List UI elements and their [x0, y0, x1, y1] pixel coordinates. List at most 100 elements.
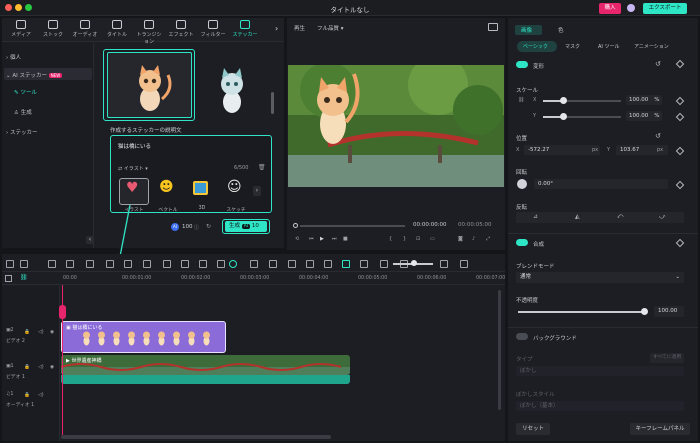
- subtab-basic[interactable]: ベーシック: [523, 43, 548, 50]
- sidebar-item-personal[interactable]: › 個人: [6, 53, 66, 61]
- volume-icon[interactable]: ◁): [38, 393, 44, 398]
- scale-y-handle[interactable]: [560, 113, 567, 120]
- opacity-input[interactable]: 100.00: [654, 306, 684, 317]
- text-icon[interactable]: [143, 260, 151, 268]
- reset-button[interactable]: リセット: [516, 423, 550, 435]
- style-label[interactable]: 3D: [187, 206, 217, 211]
- color-icon[interactable]: [199, 260, 207, 268]
- collapse-sidebar-icon[interactable]: ‹: [86, 236, 94, 244]
- volume-icon[interactable]: ◁): [38, 365, 44, 370]
- tab-effect[interactable]: エフェクト: [168, 20, 194, 38]
- step-back-icon[interactable]: ⏮: [309, 236, 314, 242]
- camera-icon[interactable]: ◙: [458, 236, 463, 242]
- pos-x-input[interactable]: -572.27: [524, 145, 600, 155]
- apply-all-button[interactable]: すべてに適用: [650, 353, 684, 363]
- type-select[interactable]: ぼかし: [516, 366, 684, 376]
- info-icon[interactable]: ⓘ: [194, 224, 199, 231]
- track-audio-1[interactable]: ♫1: [6, 392, 13, 397]
- sticker-thumb-1[interactable]: [107, 52, 192, 118]
- zoom-slider[interactable]: [393, 260, 433, 266]
- rotate-dial[interactable]: [517, 179, 527, 189]
- rotate-input[interactable]: 0.00°: [534, 179, 668, 189]
- rotate-left-icon[interactable]: ⤺: [617, 213, 623, 221]
- timeline-vscrollbar[interactable]: [498, 290, 501, 410]
- track-video-1[interactable]: ▣1: [6, 364, 14, 369]
- transform-toggle[interactable]: [516, 61, 528, 68]
- chevron-right-icon[interactable]: ›: [275, 24, 278, 33]
- sidebar-item-generate[interactable]: ♙ 生成: [14, 108, 32, 116]
- lock-icon[interactable]: 🔒: [24, 365, 30, 370]
- tab-color[interactable]: 色: [558, 26, 564, 34]
- tab-sticker[interactable]: ステッカー: [232, 20, 258, 38]
- audio-icon[interactable]: [181, 260, 189, 268]
- caption-icon[interactable]: [324, 260, 332, 268]
- tab-audio[interactable]: オーディオ: [72, 20, 98, 38]
- keyframe-panel-button[interactable]: キーフレームパネル: [630, 423, 690, 435]
- grid-icon[interactable]: [460, 260, 468, 268]
- prev-frame-icon[interactable]: ⟲: [295, 236, 299, 242]
- scale-x-handle[interactable]: [560, 97, 567, 104]
- mark-in-icon[interactable]: {: [389, 236, 392, 242]
- style-select[interactable]: ⇄ イラスト ▾: [118, 165, 148, 172]
- stop-icon[interactable]: ■: [343, 236, 348, 242]
- snapshot-icon[interactable]: [488, 23, 498, 31]
- opacity-slider[interactable]: [518, 311, 644, 313]
- generate-button[interactable]: 生成 AI 10: [225, 221, 267, 232]
- sidebar-item-sticker[interactable]: › ステッカー: [6, 128, 66, 136]
- style-label[interactable]: ベクトル: [153, 206, 183, 213]
- tab-transition[interactable]: トランジション: [136, 20, 162, 45]
- sidebar-item-tool[interactable]: ✎ ツール: [14, 88, 37, 96]
- rotate-right-icon[interactable]: ⤻: [659, 213, 665, 221]
- preview-scrubber[interactable]: [300, 225, 405, 227]
- avatar[interactable]: [627, 4, 635, 12]
- layout-icon[interactable]: [6, 260, 14, 268]
- export-button[interactable]: エクスポート: [643, 3, 687, 14]
- style-label[interactable]: スケッチ: [221, 206, 251, 213]
- sticker-icon[interactable]: [380, 260, 388, 268]
- add-track-icon[interactable]: [5, 275, 12, 282]
- zoom-handle[interactable]: [411, 260, 417, 266]
- tab-stock[interactable]: ストック: [40, 20, 66, 38]
- video-clip[interactable]: [61, 355, 350, 375]
- composite-toggle[interactable]: [516, 239, 528, 246]
- prompt-input[interactable]: 猫は橋にいる: [118, 142, 151, 150]
- playhead-scrub-handle[interactable]: [293, 223, 298, 228]
- split-icon[interactable]: [163, 260, 171, 268]
- lock-icon[interactable]: 🔒: [24, 330, 30, 335]
- next-style-icon[interactable]: ›: [253, 186, 261, 196]
- tab-media[interactable]: メディア: [8, 20, 34, 38]
- panel-scrollbar[interactable]: [271, 92, 274, 114]
- scale-y-input[interactable]: 100.00%: [626, 111, 662, 121]
- track-video-2[interactable]: ▣2: [6, 328, 14, 333]
- magic-icon[interactable]: [342, 260, 350, 268]
- eye-icon[interactable]: ◉: [50, 365, 54, 370]
- blend-mode-select[interactable]: 通常 ⌄: [516, 272, 684, 283]
- video-audio-strip[interactable]: [61, 375, 350, 384]
- fullscreen-icon[interactable]: ▭: [430, 236, 435, 242]
- playhead-handle[interactable]: [59, 305, 66, 319]
- reset-transform-icon[interactable]: ↺: [655, 60, 661, 68]
- ai-icon[interactable]: [229, 260, 237, 268]
- blur-style-select[interactable]: ぼかし（基本）: [516, 401, 684, 411]
- cut-icon[interactable]: [106, 260, 114, 268]
- undo-icon[interactable]: [48, 260, 56, 268]
- background-toggle[interactable]: [516, 333, 528, 340]
- tab-filter[interactable]: フィルター: [200, 20, 226, 38]
- subtab-mask[interactable]: マスク: [565, 43, 580, 50]
- menu-icon[interactable]: [20, 260, 28, 268]
- opacity-handle[interactable]: [641, 308, 648, 315]
- volume-icon[interactable]: ◁): [38, 330, 44, 335]
- delete-icon[interactable]: [86, 260, 94, 268]
- trash-icon[interactable]: 🗑: [258, 164, 266, 171]
- buy-button[interactable]: 購入: [599, 3, 621, 14]
- play-icon[interactable]: ▶: [320, 236, 324, 242]
- volume-icon[interactable]: ♪: [472, 236, 475, 242]
- render-icon[interactable]: [250, 260, 258, 268]
- mark-out-icon[interactable]: }: [403, 236, 406, 242]
- lock-icon[interactable]: 🔒: [24, 393, 30, 398]
- sidebar-item-ai-sticker[interactable]: ⌄ AI ステッカー NEW: [6, 71, 66, 79]
- voice-icon[interactable]: [360, 260, 368, 268]
- step-forward-icon[interactable]: ⏭: [332, 236, 337, 242]
- subtab-ai-tools[interactable]: AI ツール: [598, 43, 620, 50]
- eye-icon[interactable]: ◉: [50, 330, 54, 335]
